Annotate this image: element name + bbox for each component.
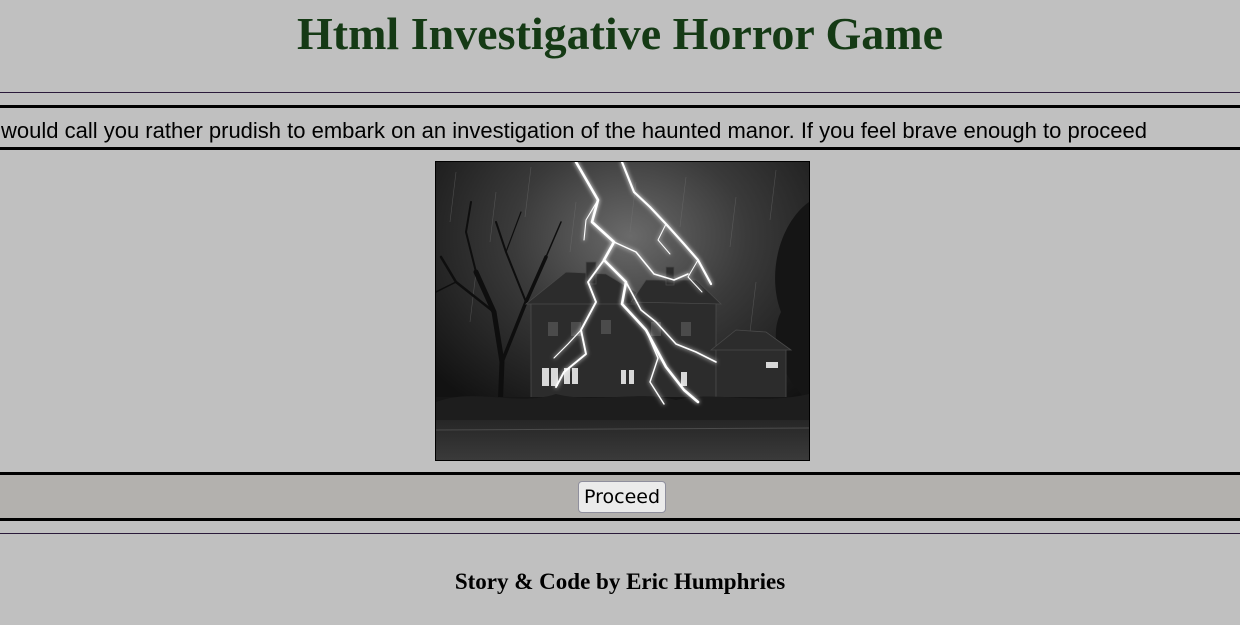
proceed-button[interactable]: Proceed [578,481,666,513]
intro-marquee: would call you rather prudish to embark … [0,105,1240,150]
game-title: Html Investigative Horror Game [297,8,943,59]
top-divider [0,92,1240,93]
action-bar: Proceed [0,472,1240,521]
bottom-divider [0,533,1240,534]
haunted-manor-image [435,161,810,461]
credits-text: Story & Code by Eric Humphries [454,569,786,594]
intro-marquee-text: would call you rather prudish to embark … [1,118,1147,143]
